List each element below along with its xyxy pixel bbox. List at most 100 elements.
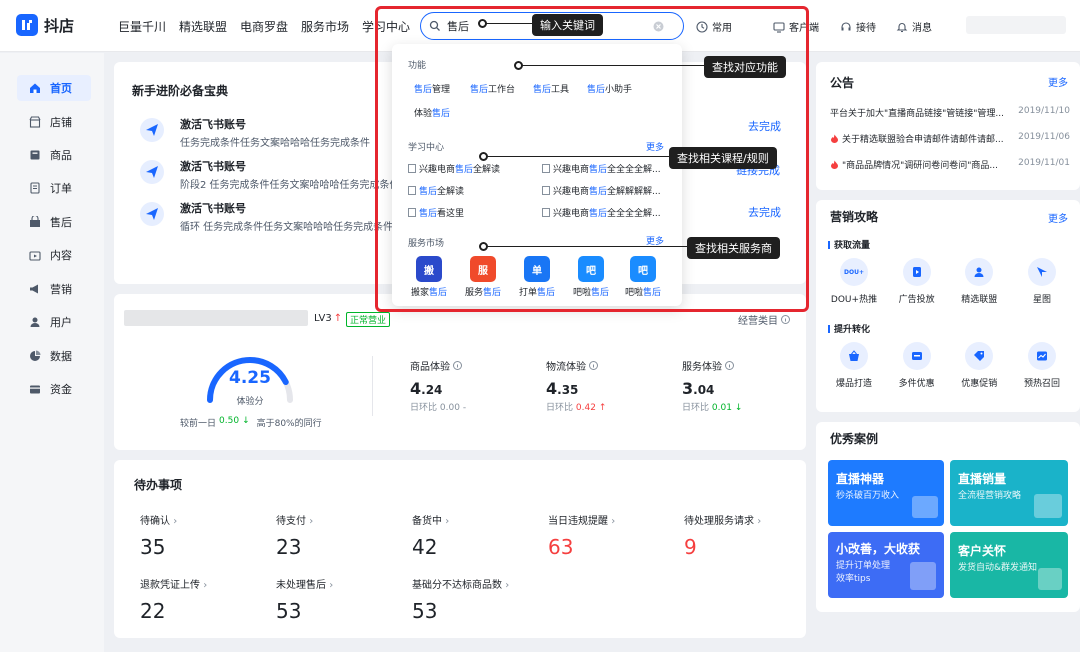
topnav-item-market[interactable]: 服务市场: [301, 18, 349, 35]
sidebar-item-product[interactable]: 商品: [17, 142, 91, 168]
learning-more-link[interactable]: 更多: [646, 140, 664, 153]
sidebar-item-data[interactable]: 数据: [17, 343, 91, 369]
chevron-right-icon: ›: [203, 580, 208, 591]
metric-product: 商品体验 4.24 日环比 0.00 -: [410, 361, 467, 413]
down-arrow-icon: ↓: [242, 416, 250, 426]
service-item[interactable]: 搬 搬家售后: [404, 256, 454, 298]
notice-item[interactable]: 关于精选联盟验合申请邮件请邮件请邮... 2019/11/06: [830, 132, 1070, 145]
marketing-item[interactable]: 预热召回: [1012, 342, 1072, 389]
topnav-item-qianchuan[interactable]: 巨量千川: [118, 18, 166, 35]
sidebar-item-content[interactable]: 内容: [17, 242, 91, 268]
marketing-row: DOU+ DOU+热推 广告投放 精选联盟 星图: [824, 258, 1072, 305]
reception-button[interactable]: 接待: [840, 19, 876, 34]
todo-item[interactable]: 基础分不达标商品数 › 53: [412, 576, 509, 623]
topnav-item-learning[interactable]: 学习中心: [362, 18, 410, 35]
function-item[interactable]: 体验售后: [414, 106, 450, 119]
function-item[interactable]: 售后小助手: [587, 82, 632, 95]
sidebar-item-order[interactable]: 订单: [17, 175, 91, 201]
todo-item[interactable]: 当日违规提醒 › 63: [548, 512, 615, 559]
account-area[interactable]: [966, 16, 1066, 34]
marketing-item[interactable]: 多件优惠: [887, 342, 947, 389]
send-icon: [140, 118, 164, 142]
case-card[interactable]: 小改善，大收获 提升订单处理效率tips: [828, 532, 944, 598]
cases-card: 优秀案例 直播神器 秒杀破百万收入 直播销量 全流程营销攻略 小改善，大收获 提…: [816, 422, 1080, 612]
service-item[interactable]: 吧 吧啦售后: [618, 256, 668, 298]
function-item[interactable]: 售后工作台: [470, 82, 515, 95]
marketing-item[interactable]: 星图: [1012, 258, 1072, 305]
heart-illustration: [1038, 568, 1062, 590]
case-card[interactable]: 直播神器 秒杀破百万收入: [828, 460, 944, 526]
marketing-more-link[interactable]: 更多: [1048, 210, 1068, 225]
topnav-item-alliance[interactable]: 精选联盟: [179, 18, 227, 35]
sidebar-item-home[interactable]: 首页: [17, 75, 91, 101]
todo-item[interactable]: 待确认 › 35: [140, 512, 177, 559]
case-card[interactable]: 客户关怀 发货自动&群发通知: [950, 532, 1068, 598]
notice-more-link[interactable]: 更多: [1048, 74, 1068, 89]
function-item[interactable]: 售后管理: [414, 82, 450, 95]
megaphone-icon: [29, 283, 41, 295]
todo-item[interactable]: 备货中 › 42: [412, 512, 449, 559]
logo[interactable]: 抖店: [16, 14, 74, 36]
marketing-item[interactable]: 精选联盟: [949, 258, 1009, 305]
function-item[interactable]: 售后工具: [533, 82, 569, 95]
notice-item[interactable]: 平台关于加大"直播商品链接"管链接"管理... 2019/11/10: [830, 106, 1070, 119]
task-action-link[interactable]: 去完成: [748, 204, 781, 220]
marketing-item[interactable]: 优惠促销: [949, 342, 1009, 389]
chevron-right-icon: ›: [445, 516, 450, 527]
bala-app-icon: 吧: [630, 256, 656, 282]
logo-text: 抖店: [44, 16, 75, 35]
notice-item[interactable]: "商品品牌情况"调研问卷问卷问"商品... 2019/11/01: [830, 158, 1070, 171]
topnav-item-compass[interactable]: 电商罗盘: [240, 18, 288, 35]
doc-icon: [408, 164, 416, 173]
callout-input-keyword: 输入关键词: [532, 14, 603, 36]
alliance-icon: [965, 258, 994, 286]
dou-plus-icon: DOU+: [840, 258, 868, 286]
info-icon: [453, 361, 462, 370]
chevron-right-icon: ›: [757, 516, 762, 527]
callout-line: [486, 23, 532, 24]
logo-icon: [16, 14, 38, 36]
sidebar-item-store[interactable]: 店铺: [17, 109, 91, 135]
sidebar-item-user[interactable]: 用户: [17, 309, 91, 335]
group-label: 获取流量: [828, 238, 870, 251]
order-icon: [29, 182, 41, 194]
course-item[interactable]: 售后全解读: [408, 184, 464, 197]
marketing-title: 营销攻略: [830, 210, 879, 224]
messages-button[interactable]: 消息: [896, 19, 932, 34]
marketing-card: 营销攻略 更多 获取流量 DOU+ DOU+热推 广告投放 精选联盟 星图 提升…: [816, 200, 1080, 412]
doc-icon: [408, 186, 416, 195]
marketing-item[interactable]: 广告投放: [887, 258, 947, 305]
service-item[interactable]: 单 打单售后: [512, 256, 562, 298]
client-button[interactable]: 客户端: [773, 19, 819, 34]
course-item[interactable]: 兴趣电商售后全解解解解...: [542, 184, 661, 197]
marketing-item[interactable]: DOU+ DOU+热推: [824, 258, 884, 305]
chevron-right-icon: ›: [611, 516, 616, 527]
manage-category-link[interactable]: 经营类目: [738, 312, 790, 327]
case-card[interactable]: 直播销量 全流程营销攻略: [950, 460, 1068, 526]
sidebar-item-marketing[interactable]: 营销: [17, 276, 91, 302]
todo-item[interactable]: 未处理售后 › 53: [276, 576, 333, 623]
sidebar-item-after-sale[interactable]: 售后: [17, 209, 91, 235]
course-item[interactable]: 兴趣电商售后全解读: [408, 162, 500, 175]
banjia-app-icon: 搬: [416, 256, 442, 282]
service-item[interactable]: 服 服务售后: [458, 256, 508, 298]
bell-icon: [896, 21, 908, 33]
marketing-item[interactable]: 爆品打造: [824, 342, 884, 389]
metric-logistics: 物流体验 4.35 日环比 0.42 ↑: [546, 361, 607, 413]
functions-section-label: 功能: [408, 61, 427, 71]
todo-item[interactable]: 待支付 › 23: [276, 512, 313, 559]
todo-item[interactable]: 待处理服务请求 › 9: [684, 512, 761, 559]
coupon-icon: [965, 342, 994, 370]
sidebar-item-funds[interactable]: 资金: [17, 376, 91, 402]
course-item[interactable]: 兴趣电商售后全全全全解...: [542, 162, 661, 175]
clear-icon[interactable]: [653, 21, 664, 32]
bala-app-icon: 吧: [578, 256, 604, 282]
send-icon: [140, 160, 164, 184]
course-item[interactable]: 兴趣电商售后全全全全解...: [542, 206, 661, 219]
task-action-link[interactable]: 去完成: [748, 118, 781, 134]
service-item[interactable]: 吧 吧啦售后: [566, 256, 616, 298]
todo-item[interactable]: 退款凭证上传 › 22: [140, 576, 207, 623]
common-button[interactable]: 常用: [696, 19, 732, 34]
course-item[interactable]: 售后看这里: [408, 206, 464, 219]
basket-icon: [840, 342, 868, 370]
